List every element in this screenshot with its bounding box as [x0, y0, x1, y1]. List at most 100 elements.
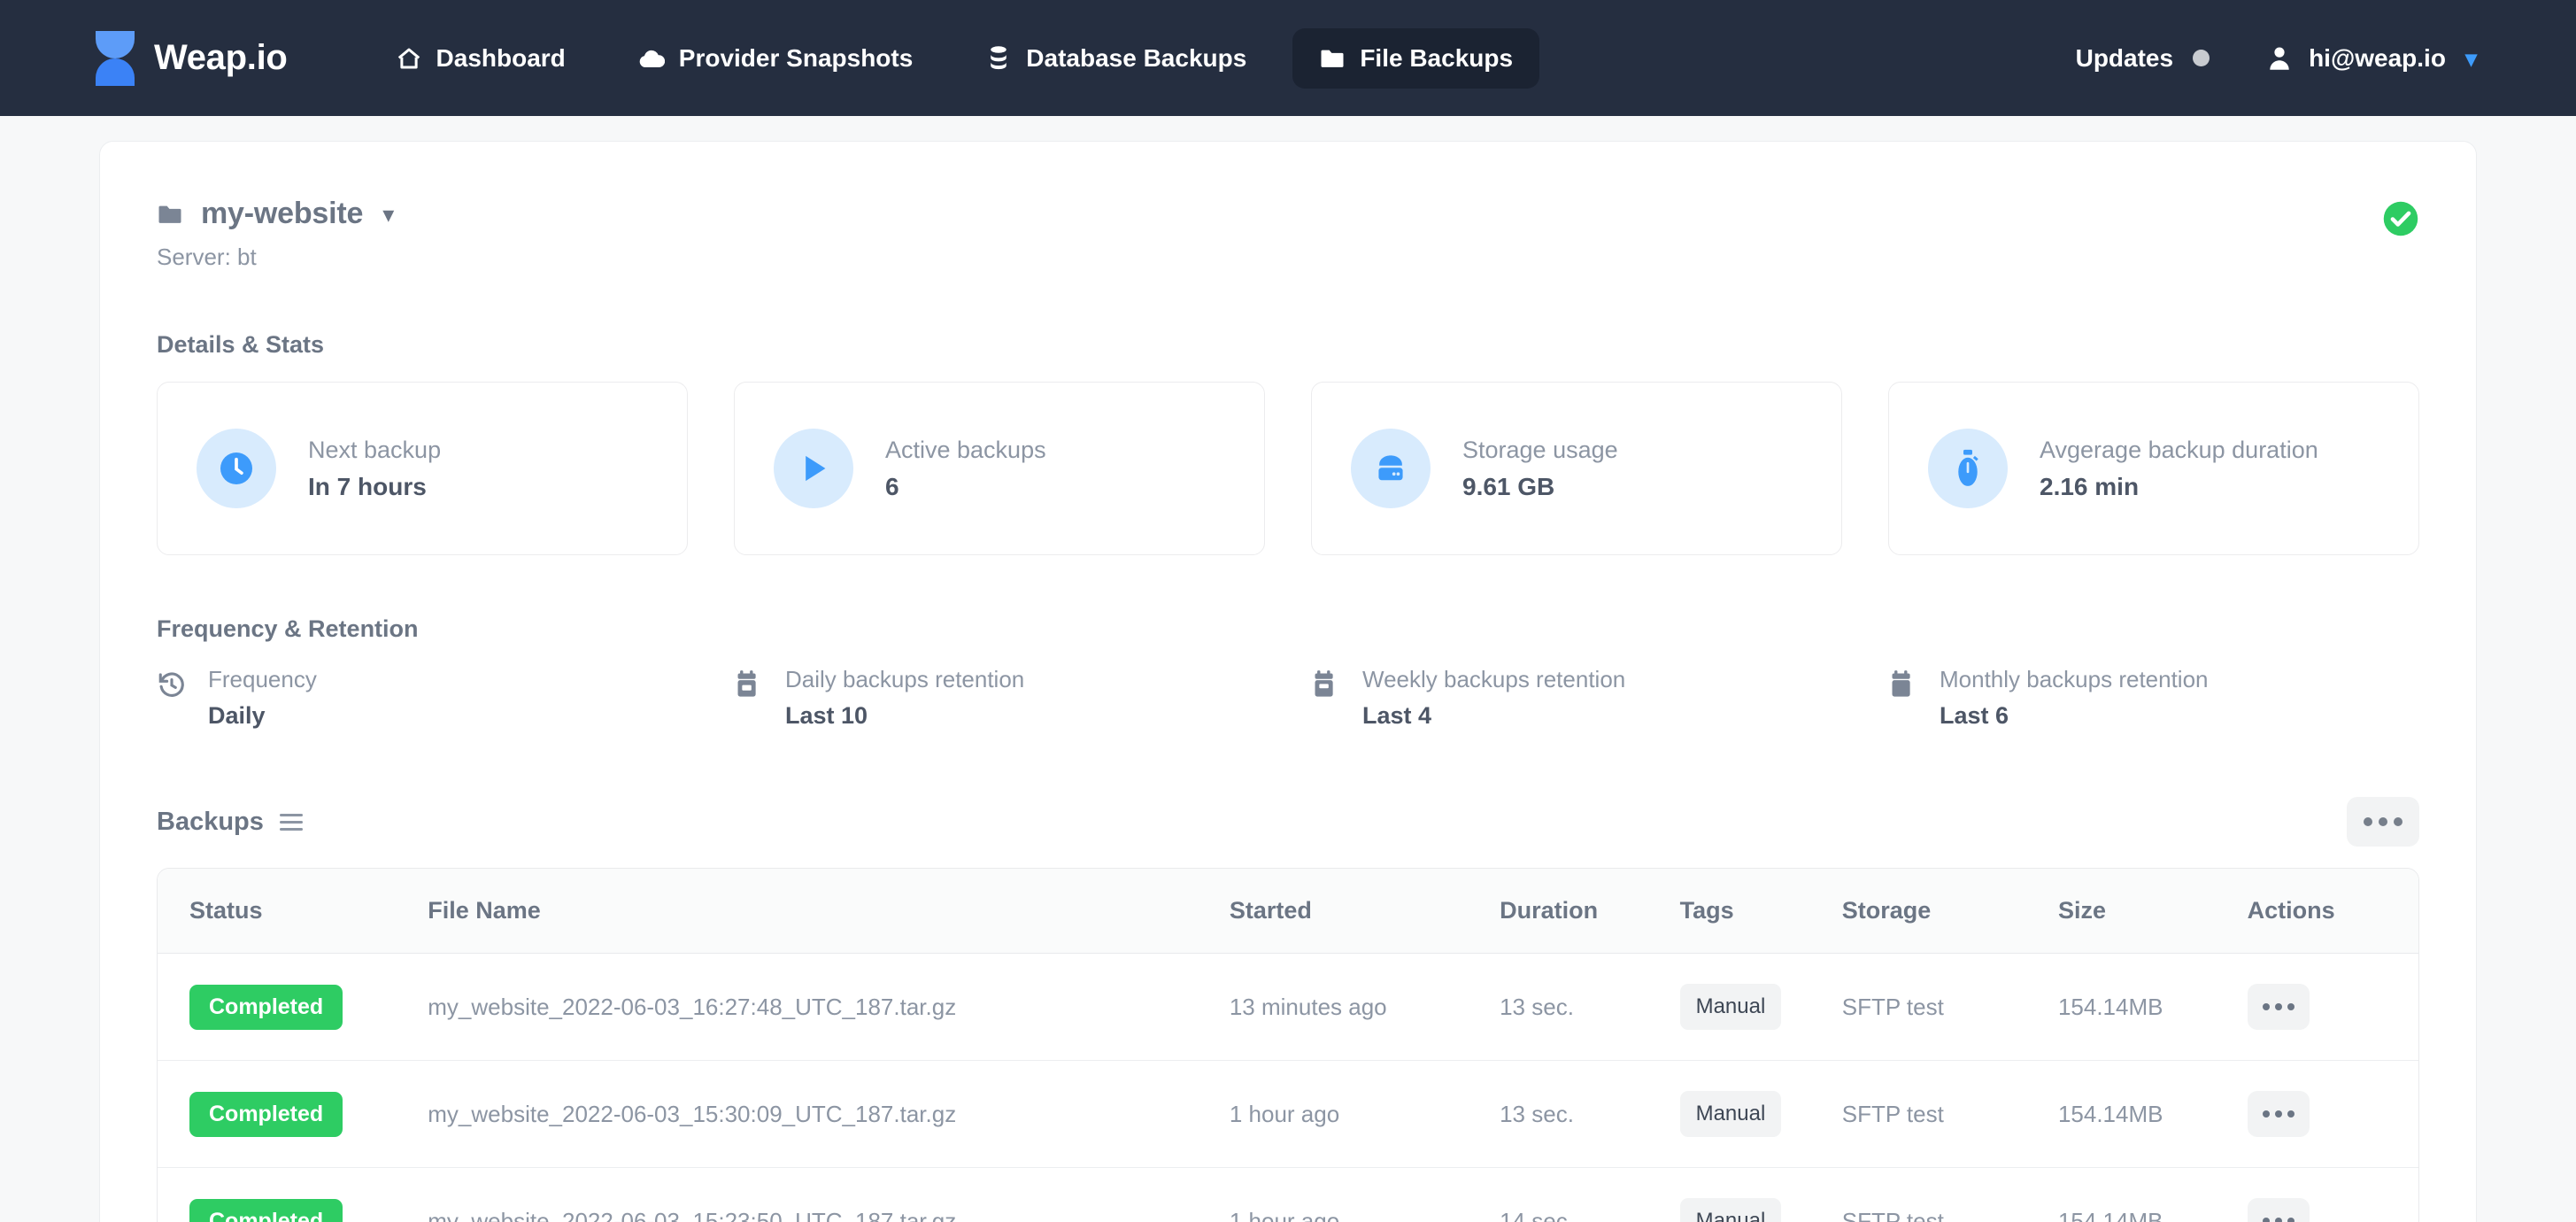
- frequency-grid: Frequency Daily Daily backups retention …: [157, 666, 2419, 730]
- status-badge: [2382, 200, 2419, 242]
- cell-duration: 14 sec.: [1500, 1207, 1574, 1222]
- status-badge: Completed: [189, 984, 343, 1030]
- tag-pill: Manual: [1679, 1091, 1782, 1137]
- cell-storage: SFTP test: [1841, 1207, 1944, 1222]
- backups-title-group: Backups: [157, 808, 303, 837]
- cell-started: 13 minutes ago: [1229, 953, 1500, 1061]
- brand-logo[interactable]: Weap.io: [96, 30, 288, 86]
- backups-table: Status File Name Started Duration Tags S…: [157, 868, 2419, 1222]
- clock-icon: [197, 429, 276, 508]
- backups-title: Backups: [157, 807, 264, 836]
- row-actions-button[interactable]: [2247, 984, 2310, 1030]
- calendar-icon: [1888, 666, 1920, 704]
- col-size: Size: [2057, 869, 2248, 954]
- nav-item-provider-snapshots[interactable]: Provider Snapshots: [612, 28, 940, 89]
- folder-icon: [157, 204, 183, 225]
- backups-overflow-button[interactable]: [2347, 797, 2419, 847]
- cell-started: 1 hour ago: [1229, 1060, 1500, 1168]
- top-navbar: Weap.io Dashboard Provider Snapshots Dat…: [0, 0, 2576, 116]
- play-icon: [774, 429, 853, 508]
- row-actions-button[interactable]: [2247, 1091, 2310, 1137]
- updates-label: Updates: [2075, 43, 2174, 72]
- updates-status-dot-icon: [2193, 50, 2210, 66]
- col-duration: Duration: [1500, 869, 1680, 954]
- nav-items: Dashboard Provider Snapshots Database Ba…: [369, 27, 1540, 89]
- folder-icon: [1319, 45, 1346, 72]
- cloud-icon: [638, 45, 665, 72]
- col-actions: Actions: [2247, 869, 2418, 954]
- user-email-label: hi@weap.io: [2309, 43, 2446, 72]
- table-row[interactable]: Completed my_website_2022-06-03_15:30:09…: [158, 1060, 2418, 1168]
- freq-label: Frequency: [208, 666, 317, 692]
- calendar-icon: [734, 666, 766, 704]
- nav-label-database-backups: Database Backups: [1026, 43, 1247, 72]
- col-status: Status: [158, 869, 428, 954]
- tag-pill: Manual: [1679, 984, 1782, 1030]
- project-card: my-website ▾ Server: bt Details & Stats …: [99, 141, 2477, 1222]
- nav-item-dashboard[interactable]: Dashboard: [369, 28, 592, 89]
- freq-item-frequency: Frequency Daily: [157, 666, 688, 730]
- frequency-section-title: Frequency & Retention: [157, 615, 419, 642]
- freq-label: Monthly backups retention: [1940, 666, 2209, 692]
- freq-value: Last 10: [785, 702, 868, 729]
- stat-value: In 7 hours: [308, 472, 427, 500]
- freq-label: Weekly backups retention: [1362, 666, 1626, 692]
- project-title-row[interactable]: my-website ▾: [157, 197, 394, 231]
- stat-card-storage-usage: Storage usage 9.61 GB: [1311, 382, 1842, 555]
- freq-item-weekly-retention: Weekly backups retention Last 4: [1311, 666, 1842, 730]
- row-actions-button[interactable]: [2247, 1198, 2310, 1222]
- chevron-down-icon: ▾: [2464, 44, 2477, 72]
- tag-pill: Manual: [1679, 1198, 1782, 1222]
- stat-card-next-backup: Next backup In 7 hours: [157, 382, 688, 555]
- backups-header: Backups: [157, 797, 2419, 847]
- stat-card-average-duration: Avgerage backup duration 2.16 min: [1888, 382, 2419, 555]
- cell-file-name: my_website_2022-06-03_15:23:50_UTC_187.t…: [428, 1207, 957, 1222]
- cell-storage: SFTP test: [1841, 953, 2058, 1061]
- database-icon: [1351, 429, 1431, 508]
- cell-file-name: my_website_2022-06-03_15:30:09_UTC_187.t…: [428, 1060, 1230, 1168]
- nav-label-provider-snapshots: Provider Snapshots: [678, 43, 914, 72]
- stat-label: Avgerage backup duration: [2040, 436, 2318, 463]
- stat-label: Storage usage: [1462, 436, 1618, 463]
- stat-value: 6: [885, 472, 899, 500]
- stat-card-active-backups: Active backups 6: [734, 382, 1265, 555]
- nav-label-dashboard: Dashboard: [436, 43, 566, 72]
- details-section-title: Details & Stats: [157, 331, 325, 358]
- page-title: my-website: [201, 197, 364, 230]
- freq-item-daily-retention: Daily backups retention Last 10: [734, 666, 1265, 730]
- nav-right: Updates hi@weap.io ▾: [2076, 44, 2477, 73]
- cell-started: 1 hour ago: [1229, 1207, 1340, 1222]
- stat-label: Next backup: [308, 436, 442, 463]
- user-icon: [2266, 45, 2293, 72]
- weap-logo-icon: [96, 30, 135, 86]
- freq-item-monthly-retention: Monthly backups retention Last 6: [1888, 666, 2419, 730]
- freq-value: Last 6: [1940, 702, 2009, 729]
- chevron-down-icon[interactable]: ▾: [382, 203, 394, 226]
- project-header: my-website ▾ Server: bt: [157, 197, 2419, 271]
- brand-name: Weap.io: [154, 38, 288, 77]
- stat-value: 9.61 GB: [1462, 472, 1555, 500]
- nav-item-database-backups[interactable]: Database Backups: [959, 28, 1273, 89]
- nav-item-file-backups[interactable]: File Backups: [1292, 27, 1540, 89]
- status-badge: Completed: [189, 1091, 343, 1137]
- home-icon: [396, 45, 422, 72]
- stat-label: Active backups: [885, 436, 1046, 463]
- cell-storage: SFTP test: [1841, 1060, 2058, 1168]
- col-storage: Storage: [1841, 869, 2058, 954]
- freq-label: Daily backups retention: [785, 666, 1025, 692]
- updates-button[interactable]: Updates: [2076, 44, 2210, 73]
- nav-label-file-backups: File Backups: [1360, 43, 1514, 72]
- cell-duration: 13 sec.: [1500, 953, 1680, 1061]
- table-row[interactable]: Completed my_website_2022-06-03_15:23:50…: [158, 1168, 2418, 1222]
- col-started: Started: [1229, 869, 1500, 954]
- table-header-row: Status File Name Started Duration Tags S…: [158, 869, 2418, 954]
- stats-grid: Next backup In 7 hours Active backups 6: [157, 382, 2419, 555]
- freq-value: Daily: [208, 702, 266, 729]
- cell-size: 154.14MB: [2057, 953, 2248, 1061]
- hamburger-icon[interactable]: [279, 813, 303, 831]
- table-row[interactable]: Completed my_website_2022-06-03_16:27:48…: [158, 953, 2418, 1061]
- user-menu[interactable]: hi@weap.io ▾: [2266, 44, 2477, 73]
- stat-value: 2.16 min: [2040, 472, 2140, 500]
- freq-value: Last 4: [1362, 702, 1432, 729]
- server-label: Server: bt: [157, 244, 257, 270]
